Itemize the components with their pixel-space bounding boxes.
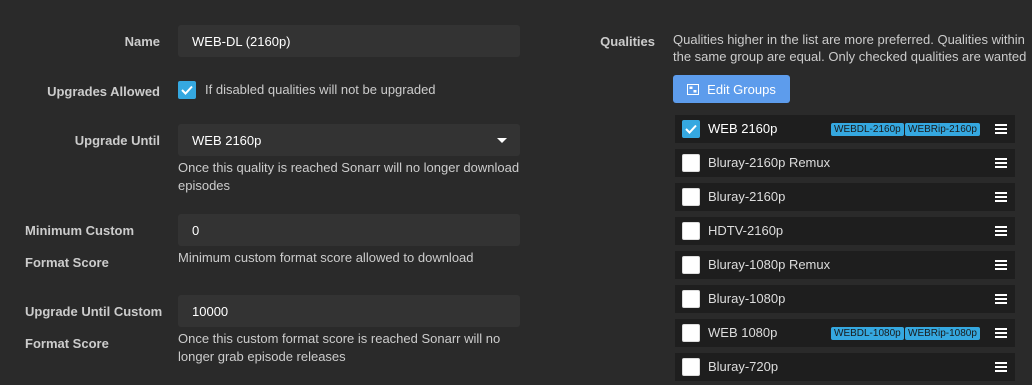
drag-handle-icon[interactable] bbox=[995, 260, 1007, 270]
quality-name: WEB 1080p bbox=[708, 325, 778, 340]
drag-handle-icon[interactable] bbox=[995, 226, 1007, 236]
quality-name: Bluray-2160p Remux bbox=[708, 155, 831, 170]
upgrade-until-custom-label-2: Format Score bbox=[25, 336, 109, 351]
upgrade-until-custom-input[interactable]: 10000 bbox=[178, 295, 520, 327]
quality-checkbox[interactable] bbox=[682, 324, 700, 342]
check-icon bbox=[685, 124, 697, 134]
quality-checkbox[interactable] bbox=[682, 358, 700, 376]
quality-checkbox[interactable] bbox=[682, 154, 700, 172]
min-custom-label-2: Format Score bbox=[25, 255, 109, 270]
upgrade-until-help-2: episodes bbox=[178, 178, 231, 193]
upgrade-until-value: WEB 2160p bbox=[192, 132, 262, 148]
check-icon bbox=[181, 85, 193, 95]
name-input[interactable]: WEB-DL (2160p) bbox=[178, 25, 520, 57]
min-custom-help: Minimum custom format score allowed to d… bbox=[178, 250, 474, 265]
upgrade-until-help-1: Once this quality is reached Sonarr will… bbox=[178, 160, 520, 175]
upgrades-allowed-label: Upgrades Allowed bbox=[47, 84, 160, 99]
drag-handle-icon[interactable] bbox=[995, 158, 1007, 168]
upgrade-until-custom-help-1: Once this custom format score is reached… bbox=[178, 331, 501, 346]
quality-name: Bluray-2160p bbox=[708, 189, 786, 204]
drag-handle-icon[interactable] bbox=[995, 362, 1007, 372]
quality-checkbox[interactable] bbox=[682, 222, 700, 240]
quality-row[interactable]: Bluray-1080p bbox=[675, 285, 1015, 313]
name-label: Name bbox=[124, 34, 160, 49]
quality-row[interactable]: Bluray-2160p bbox=[675, 183, 1015, 211]
quality-tag: WEBDL-2160p bbox=[831, 123, 904, 136]
quality-name: Bluray-720p bbox=[708, 359, 779, 374]
quality-name: HDTV-2160p bbox=[708, 223, 784, 238]
quality-checkbox[interactable] bbox=[682, 256, 700, 274]
edit-groups-button[interactable]: Edit Groups bbox=[673, 75, 790, 103]
upgrade-until-custom-label-1: Upgrade Until Custom bbox=[25, 304, 163, 319]
upgrade-until-select[interactable]: WEB 2160p bbox=[178, 124, 520, 156]
min-custom-label-1: Minimum Custom bbox=[25, 223, 135, 238]
quality-checkbox[interactable] bbox=[682, 120, 700, 138]
groups-icon bbox=[687, 83, 700, 95]
quality-row[interactable]: Bluray-720p bbox=[675, 353, 1015, 381]
quality-checkbox[interactable] bbox=[682, 290, 700, 308]
quality-checkbox[interactable] bbox=[682, 188, 700, 206]
quality-row[interactable]: Bluray-2160p Remux bbox=[675, 149, 1015, 177]
quality-tag: WEBRip-2160p bbox=[905, 123, 980, 136]
quality-name: WEB 2160p bbox=[708, 121, 778, 136]
quality-row[interactable]: WEB 1080p WEBDL-1080p WEBRip-1080p bbox=[675, 319, 1015, 347]
quality-name: Bluray-1080p bbox=[708, 291, 786, 306]
min-custom-input[interactable]: 0 bbox=[178, 214, 520, 246]
qualities-help-2: the same group are equal. Only checked q… bbox=[673, 49, 1027, 64]
quality-tag: WEBDL-1080p bbox=[831, 327, 904, 340]
qualities-label: Qualities bbox=[600, 34, 655, 49]
caret-down-icon bbox=[497, 138, 507, 143]
upgrade-until-label: Upgrade Until bbox=[74, 133, 160, 148]
edit-groups-label: Edit Groups bbox=[707, 81, 776, 97]
drag-handle-icon[interactable] bbox=[995, 328, 1007, 338]
drag-handle-icon[interactable] bbox=[995, 294, 1007, 304]
drag-handle-icon[interactable] bbox=[995, 124, 1007, 134]
quality-row[interactable]: WEB 2160p WEBDL-2160p WEBRip-2160p bbox=[675, 115, 1015, 143]
drag-handle-icon[interactable] bbox=[995, 192, 1007, 202]
upgrade-until-custom-help-2: longer grab episode releases bbox=[178, 349, 346, 364]
quality-row[interactable]: Bluray-1080p Remux bbox=[675, 251, 1015, 279]
quality-row[interactable]: HDTV-2160p bbox=[675, 217, 1015, 245]
upgrades-allowed-checkbox[interactable] bbox=[178, 81, 196, 99]
qualities-help-1: Qualities higher in the list are more pr… bbox=[673, 32, 1025, 47]
quality-name: Bluray-1080p Remux bbox=[708, 257, 831, 272]
upgrades-allowed-help: If disabled qualities will not be upgrad… bbox=[205, 82, 436, 97]
quality-tag: WEBRip-1080p bbox=[905, 327, 980, 340]
